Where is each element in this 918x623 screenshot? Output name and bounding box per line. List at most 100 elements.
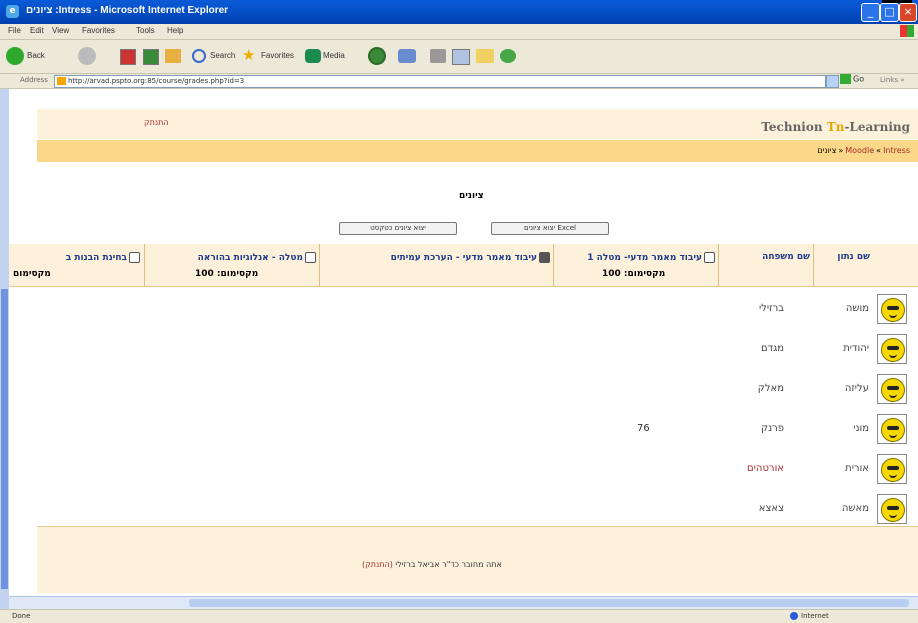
stop-icon[interactable] xyxy=(120,49,136,65)
page-icon xyxy=(57,77,66,85)
student-lastname[interactable]: מגדם xyxy=(724,343,784,354)
edit-icon[interactable] xyxy=(452,49,470,65)
table-row: מושה ברזילי xyxy=(9,290,918,330)
media-button[interactable]: Media xyxy=(323,48,345,64)
address-bar: Address http://arvad.pspto.org:85/course… xyxy=(0,74,918,89)
header-col4: בחינת הבנות ב מקסימום xyxy=(9,244,144,286)
forward-arrow-icon[interactable] xyxy=(78,47,96,65)
table-row: יהודית מגדם xyxy=(9,330,918,370)
avatar[interactable] xyxy=(877,294,907,324)
address-dropdown[interactable] xyxy=(826,75,839,88)
media-icon[interactable] xyxy=(305,49,321,63)
header-col2-name[interactable]: עיבוד מאמר מדעי - הערכת עמיתים xyxy=(391,252,550,263)
header-col4-name[interactable]: בחינת הבנות ב xyxy=(66,252,140,263)
menu-file[interactable]: File xyxy=(8,26,21,35)
header-col1: עיבוד מאמר מדעי- מטלה 1 מקסימום: 100 xyxy=(553,244,719,286)
header-col1-name[interactable]: עיבוד מאמר מדעי- מטלה 1 xyxy=(587,252,715,263)
menu-edit[interactable]: Edit xyxy=(30,26,44,35)
avatar[interactable] xyxy=(877,494,907,524)
student-firstname[interactable]: יהודית xyxy=(829,343,869,354)
breadcrumb-current: ציונים xyxy=(817,146,837,155)
header-col3: מטלה - אנלוגיות בהוראה מקסימום: 100 xyxy=(144,244,320,286)
menu-bar: File Edit View Favorites Tools Help xyxy=(0,24,918,40)
avatar[interactable] xyxy=(877,414,907,444)
address-input[interactable]: http://arvad.pspto.org:85/course/grades.… xyxy=(54,75,826,88)
smiley-avatar-icon xyxy=(881,298,905,322)
refresh-icon[interactable] xyxy=(143,49,159,65)
menu-favorites[interactable]: Favorites xyxy=(82,26,115,35)
student-lastname[interactable]: פרנק xyxy=(724,423,784,434)
breadcrumb-home[interactable]: Moodle xyxy=(845,146,874,155)
footer-logout-link[interactable]: (התנתק) xyxy=(362,560,393,569)
search-button[interactable]: Search xyxy=(210,48,235,64)
scrollbar-thumb[interactable] xyxy=(1,289,8,589)
breadcrumb-course[interactable]: Intress xyxy=(883,146,910,155)
quiz-icon xyxy=(129,252,140,263)
page-footer: אתה מחובר כד"ר אביאל ברזילי (התנתק) xyxy=(37,526,918,593)
assignment-icon xyxy=(305,252,316,263)
student-lastname[interactable]: אורטהים xyxy=(724,463,784,474)
header-firstname: שם נתון xyxy=(813,244,874,286)
avatar[interactable] xyxy=(877,374,907,404)
avatar[interactable] xyxy=(877,454,907,484)
maximize-button[interactable]: □ xyxy=(880,3,899,22)
login-info-text: אתה מחובר כד"ר אביאל ברזילי xyxy=(395,560,502,569)
site-name[interactable]: Technion Tn-Learning xyxy=(761,120,910,134)
header-col1-label: עיבוד מאמר מדעי- מטלה 1 xyxy=(587,253,702,263)
student-firstname[interactable]: אורית xyxy=(829,463,869,474)
menu-help[interactable]: Help xyxy=(167,26,183,35)
export-text-button[interactable]: יצוא ציונים כטקסט xyxy=(339,222,457,235)
menu-tools[interactable]: Tools xyxy=(136,26,155,35)
vertical-scrollbar[interactable] xyxy=(0,89,9,609)
header-lastname: שם משפחה xyxy=(718,244,814,286)
minimize-button[interactable]: _ xyxy=(861,3,880,22)
back-button[interactable]: Back xyxy=(27,48,45,64)
grades-table-header: בחינת הבנות ב מקסימום מטלה - אנלוגיות בה… xyxy=(9,244,918,287)
back-arrow-icon[interactable] xyxy=(6,47,24,65)
table-row: מאשה צאצא xyxy=(9,490,918,530)
student-firstname[interactable]: עליזה xyxy=(829,383,869,394)
header-col3-max: מקסימום: 100 xyxy=(195,269,259,279)
links-button[interactable]: Links » xyxy=(880,76,905,84)
messenger-icon[interactable] xyxy=(500,49,516,63)
address-label: Address xyxy=(20,76,48,84)
avatar[interactable] xyxy=(877,334,907,364)
close-button[interactable]: × xyxy=(899,3,917,22)
header-firstname-label[interactable]: שם נתון xyxy=(837,252,870,262)
header-col4-max: מקסימום xyxy=(13,269,51,279)
header-lastname-label[interactable]: שם משפחה xyxy=(762,252,810,262)
header-col2-label: עיבוד מאמר מדעי - הערכת עמיתים xyxy=(390,253,537,263)
history-icon[interactable] xyxy=(368,47,386,65)
logout-link[interactable]: התנתק xyxy=(144,118,169,127)
favorites-star-icon[interactable]: ★ xyxy=(242,48,258,63)
favorites-button[interactable]: Favorites xyxy=(261,48,294,64)
menu-view[interactable]: View xyxy=(52,26,69,35)
status-bar: Done Internet xyxy=(0,609,918,623)
student-firstname[interactable]: מושה xyxy=(829,303,869,314)
mail-icon[interactable] xyxy=(398,49,416,63)
student-lastname[interactable]: צאצא xyxy=(724,503,784,514)
smiley-avatar-icon xyxy=(881,378,905,402)
page-title: ציונים xyxy=(459,191,484,201)
student-lastname[interactable]: מאלק xyxy=(724,383,784,394)
print-icon[interactable] xyxy=(430,49,446,63)
go-arrow-icon xyxy=(840,74,851,84)
windows-flag-icon xyxy=(900,25,914,37)
discuss-icon[interactable] xyxy=(476,49,494,63)
title-decoration xyxy=(882,0,912,3)
search-icon[interactable] xyxy=(192,49,206,63)
student-firstname[interactable]: מאשה xyxy=(829,503,869,514)
smiley-avatar-icon xyxy=(881,498,905,522)
horizontal-scrollbar[interactable] xyxy=(9,596,918,609)
student-firstname[interactable]: מוני xyxy=(829,423,869,434)
header-col3-name[interactable]: מטלה - אנלוגיות בהוראה xyxy=(198,252,316,263)
student-lastname[interactable]: ברזילי xyxy=(724,303,784,314)
grade-cell: 76 xyxy=(637,423,650,434)
home-icon[interactable] xyxy=(165,49,181,63)
login-info: אתה מחובר כד"ר אביאל ברזילי (התנתק) xyxy=(362,560,502,569)
go-button[interactable]: Go xyxy=(840,74,864,84)
export-excel-button[interactable]: יצוא ציונים Excel xyxy=(491,222,609,235)
address-url: http://arvad.pspto.org:85/course/grades.… xyxy=(68,77,245,85)
navigation-bar: Moodle «Intress«ציונים xyxy=(37,140,918,162)
horizontal-scrollbar-thumb[interactable] xyxy=(189,599,909,607)
